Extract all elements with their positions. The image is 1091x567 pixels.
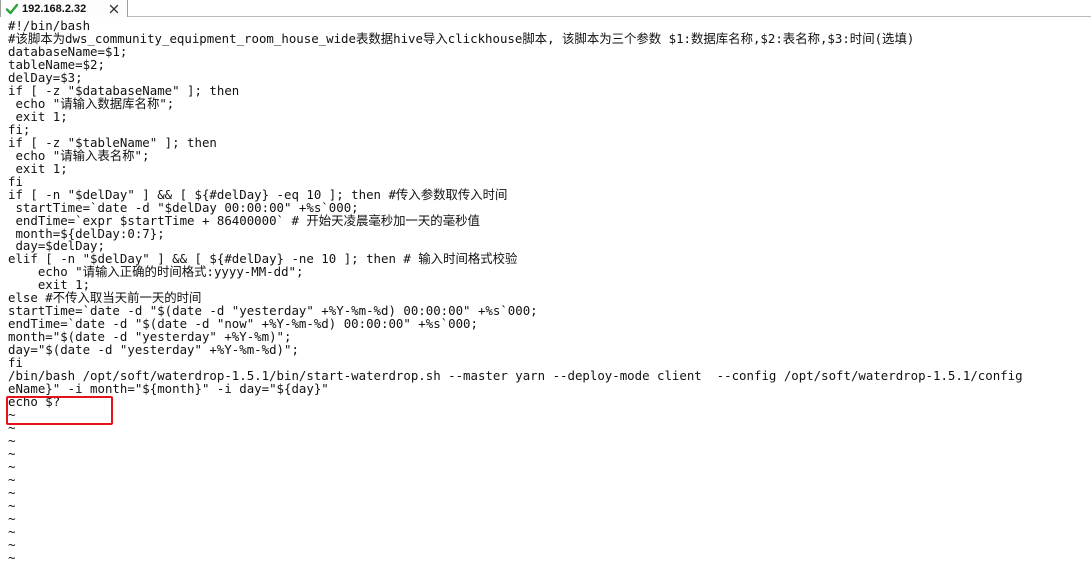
empty-line-tilde: ~ bbox=[8, 549, 16, 565]
empty-line-tilde: ~ bbox=[8, 471, 16, 487]
close-icon[interactable] bbox=[109, 4, 119, 14]
code-line: databaseName=$1; bbox=[8, 43, 128, 59]
code-line: fi bbox=[8, 173, 23, 189]
empty-line-tilde: ~ bbox=[8, 497, 16, 513]
terminal-text-area[interactable]: #!/bin/bash #该脚本为dws_community_equipment_… bbox=[0, 17, 1091, 567]
empty-line-tilde: ~ bbox=[8, 523, 16, 539]
code-line: endTime=`expr $startTime + 86400000` # 开… bbox=[8, 212, 480, 228]
code-line: tableName=$2; bbox=[8, 56, 105, 72]
code-line: startTime=`date -d "$delDay 00:00:00" +%… bbox=[8, 199, 359, 215]
tab-title: 192.168.2.32 bbox=[22, 2, 87, 15]
check-icon bbox=[5, 3, 19, 14]
empty-line-tilde: ~ bbox=[8, 536, 16, 552]
session-tab[interactable]: 192.168.2.32 bbox=[0, 0, 128, 17]
empty-line-tilde: ~ bbox=[8, 510, 16, 526]
tab-bar: 192.168.2.32 bbox=[0, 0, 1091, 17]
code-line: day="$(date -d "yesterday" +%Y-%m-%d)"; bbox=[8, 342, 299, 358]
code-line: #该脚本为dws_community_equipment_room_house_… bbox=[8, 30, 915, 46]
highlight-annotation-box bbox=[6, 396, 113, 425]
code-line: echo "请输入表名称"; bbox=[8, 147, 150, 163]
code-line: if [ -z "$tableName" ]; then bbox=[8, 134, 217, 150]
terminal-window: 192.168.2.32 #!/bin/bash #该脚本为dws_communi… bbox=[0, 0, 1091, 567]
code-line: if [ -z "$databaseName" ]; then bbox=[8, 82, 240, 98]
code-line: delDay=$3; bbox=[8, 69, 83, 85]
code-line: exit 1; bbox=[8, 108, 68, 124]
code-line: echo "请输入数据库名称"; bbox=[8, 95, 175, 111]
code-line: exit 1; bbox=[8, 160, 68, 176]
code-line: if [ -n "$delDay" ] && [ ${#delDay} -eq … bbox=[8, 186, 508, 202]
code-line: fi; bbox=[8, 121, 31, 137]
empty-line-tilde: ~ bbox=[8, 484, 16, 500]
